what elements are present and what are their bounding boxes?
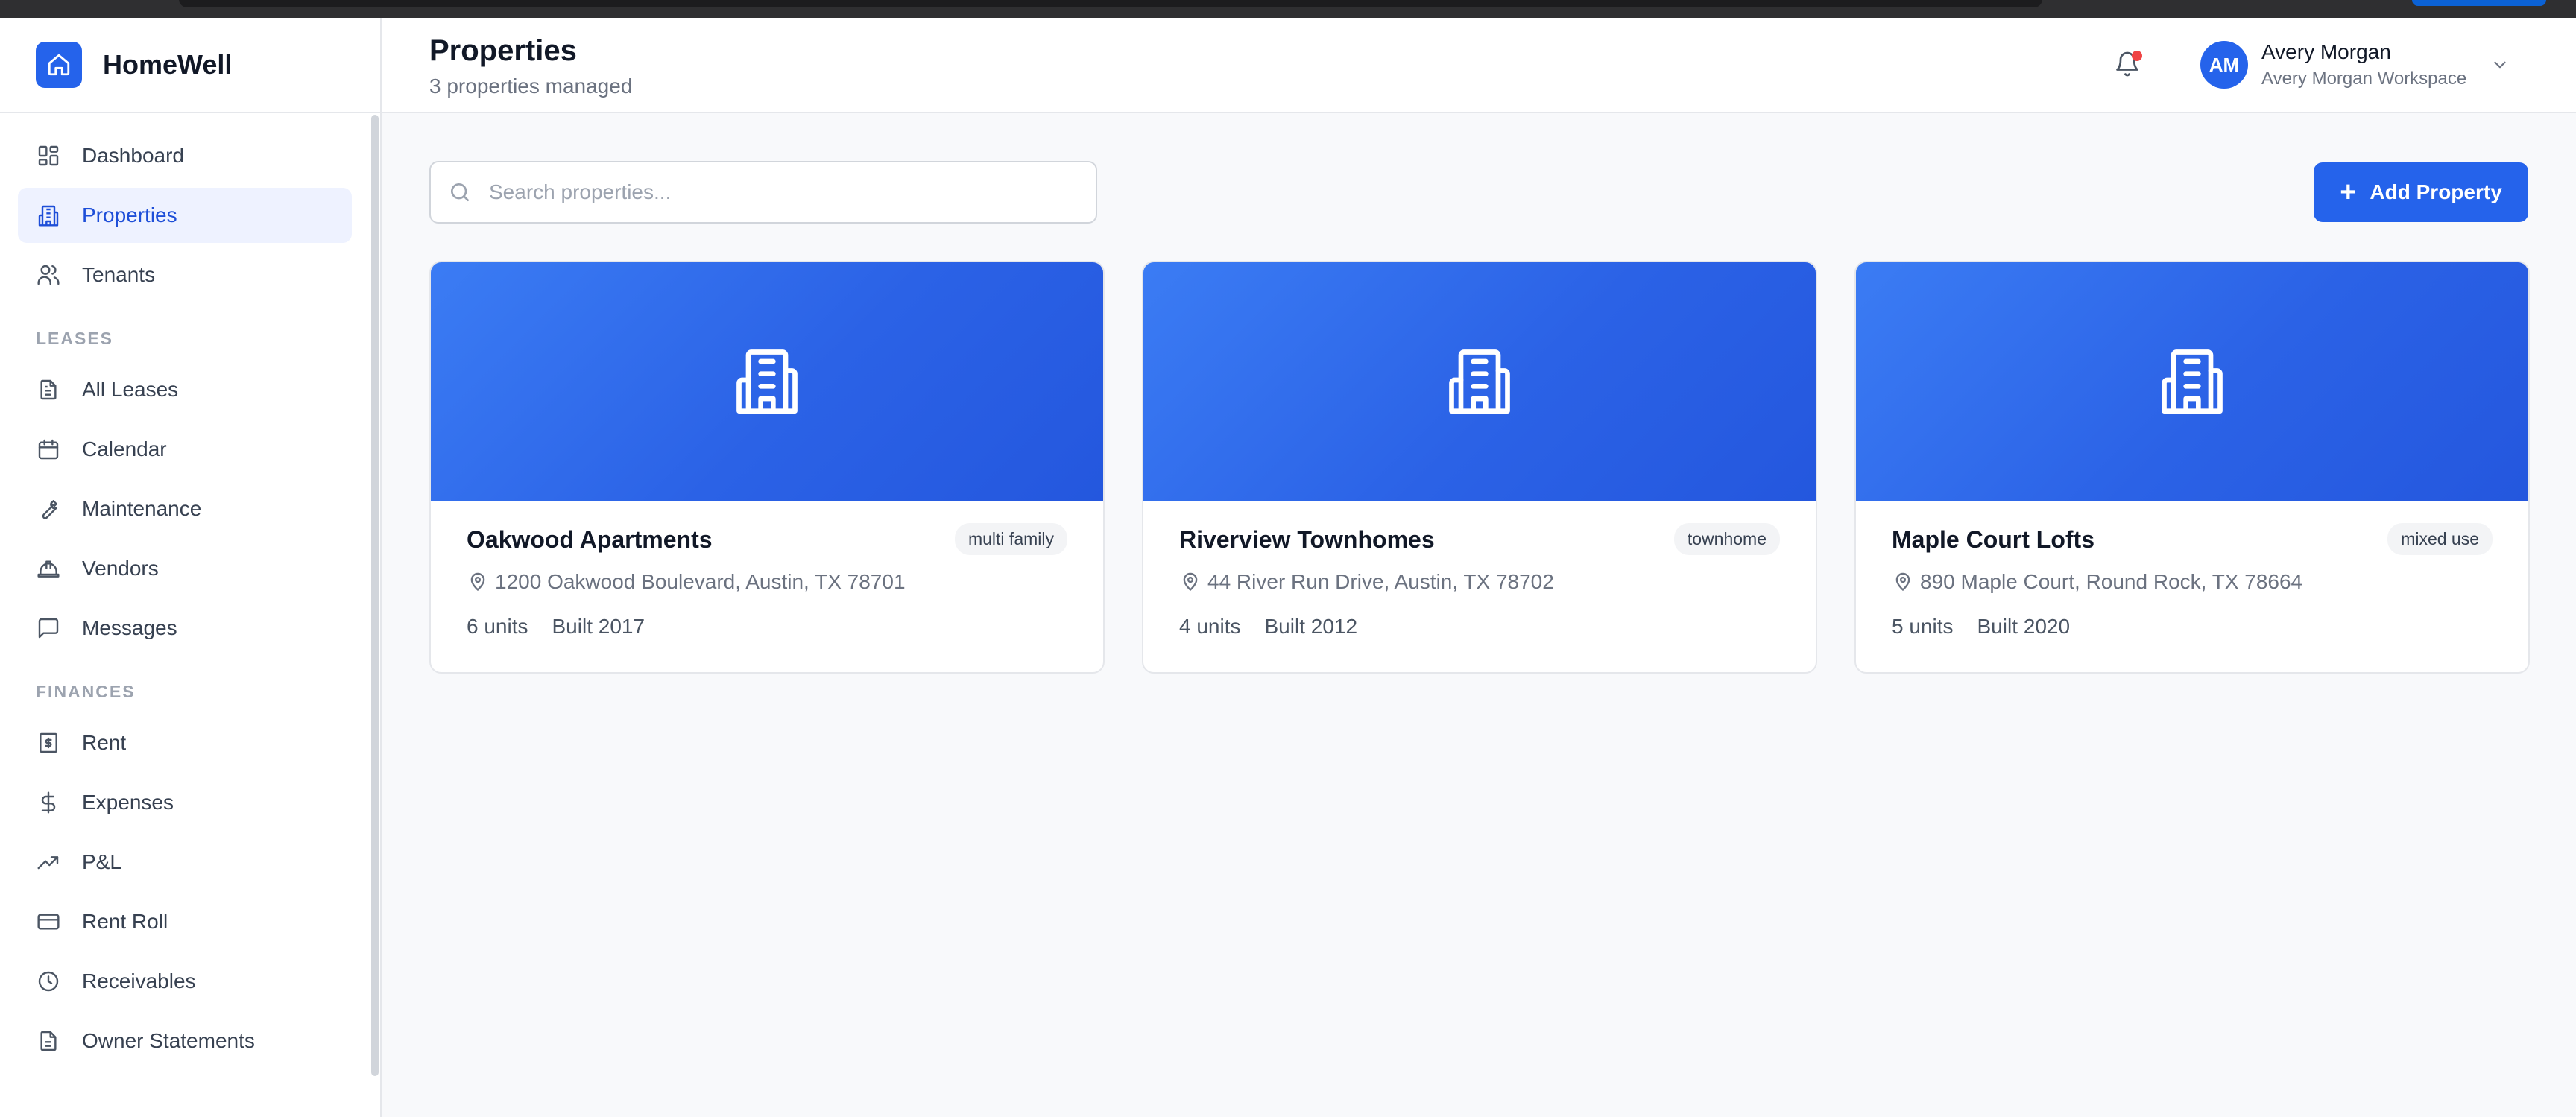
- sidebar-nav: Dashboard Properties Tenants LEASES All …: [0, 113, 370, 1069]
- sidebar-item-label: All Leases: [82, 378, 179, 401]
- map-pin-icon: [1179, 571, 1202, 593]
- add-property-button[interactable]: + Add Property: [2314, 162, 2528, 222]
- property-card[interactable]: Oakwood Apartments multi family 1200 Oak…: [429, 261, 1105, 674]
- sidebar-item-label: Rent: [82, 731, 127, 754]
- sidebar-item-rent[interactable]: Rent: [18, 715, 352, 770]
- user-menu[interactable]: AM Avery Morgan Avery Morgan Workspace: [2200, 40, 2511, 89]
- building-icon: [730, 343, 804, 421]
- sidebar-item-label: Expenses: [82, 791, 174, 814]
- property-address: 1200 Oakwood Boulevard, Austin, TX 78701: [495, 570, 906, 593]
- building-icon: [1442, 343, 1517, 421]
- property-built: Built 2017: [552, 615, 645, 638]
- wrench-icon: [36, 496, 61, 522]
- dollar-icon: [36, 790, 61, 815]
- property-card[interactable]: Maple Court Lofts mixed use 890 Maple Co…: [1854, 261, 2530, 674]
- sidebar-item-pl[interactable]: P&L: [18, 835, 352, 890]
- sidebar-item-rent-roll[interactable]: Rent Roll: [18, 894, 352, 949]
- sidebar-item-label: Properties: [82, 203, 177, 227]
- search-box[interactable]: [429, 161, 1097, 224]
- building-icon: [36, 203, 61, 228]
- trending-up-icon: [36, 849, 61, 875]
- credit-card-icon: [36, 909, 61, 934]
- property-built: Built 2012: [1264, 615, 1358, 638]
- property-built: Built 2020: [1977, 615, 2071, 638]
- sidebar-item-label: Tenants: [82, 263, 156, 286]
- user-workspace: Avery Morgan Workspace: [2261, 69, 2467, 89]
- file-text-icon: [36, 1028, 61, 1054]
- sidebar-item-label: Receivables: [82, 969, 196, 993]
- add-property-label: Add Property: [2370, 180, 2502, 203]
- clock-icon: [36, 969, 61, 994]
- section-title-leases: LEASES: [36, 329, 114, 348]
- top-header: Properties 3 properties managed AM Avery…: [382, 18, 2576, 113]
- property-address: 890 Maple Court, Round Rock, TX 78664: [1920, 570, 2303, 593]
- address-bar: [179, 0, 2042, 7]
- property-units: 5 units: [1892, 615, 1954, 638]
- property-card-hero: [1143, 262, 1816, 501]
- sidebar-item-label: P&L: [82, 850, 121, 873]
- chevron-down-icon: [2489, 54, 2511, 76]
- notification-dot: [2132, 51, 2142, 61]
- sidebar-item-label: Messages: [82, 616, 177, 639]
- document-icon: [36, 377, 61, 402]
- section-title-finances: FINANCES: [36, 682, 136, 701]
- sidebar-item-label: Owner Statements: [82, 1029, 255, 1052]
- sidebar-item-label: Vendors: [82, 557, 159, 580]
- property-units: 4 units: [1179, 615, 1241, 638]
- property-card[interactable]: Riverview Townhomes townhome 44 River Ru…: [1142, 261, 1817, 674]
- page-title: Properties: [429, 34, 577, 67]
- hard-hat-icon: [36, 556, 61, 581]
- receipt-dollar-icon: [36, 730, 61, 756]
- sidebar-item-receivables[interactable]: Receivables: [18, 954, 352, 1009]
- sidebar-item-expenses[interactable]: Expenses: [18, 775, 352, 830]
- sidebar-item-messages[interactable]: Messages: [18, 601, 352, 656]
- property-type-badge: multi family: [954, 523, 1067, 555]
- app-name: HomeWell: [103, 49, 233, 80]
- search-icon: [447, 180, 473, 205]
- map-pin-icon: [1892, 571, 1914, 593]
- user-name: Avery Morgan: [2261, 40, 2391, 63]
- sidebar-item-calendar[interactable]: Calendar: [18, 422, 352, 477]
- notifications-button[interactable]: [2109, 48, 2145, 83]
- avatar: AM: [2200, 41, 2248, 89]
- sidebar: HomeWell Dashboard Properties Tenants LE…: [0, 18, 382, 1117]
- property-address: 44 River Run Drive, Austin, TX 78702: [1208, 570, 1554, 593]
- property-cards: Oakwood Apartments multi family 1200 Oak…: [429, 261, 2530, 674]
- sidebar-item-properties[interactable]: Properties: [18, 188, 352, 243]
- sidebar-scrollbar[interactable]: [371, 115, 379, 1076]
- sidebar-item-label: Calendar: [82, 437, 167, 461]
- top-strip-button: [2412, 0, 2546, 6]
- sidebar-item-tenants[interactable]: Tenants: [18, 247, 352, 303]
- home-icon: [36, 42, 82, 88]
- sidebar-item-owner-statements[interactable]: Owner Statements: [18, 1013, 352, 1069]
- calendar-icon: [36, 437, 61, 462]
- property-type-badge: townhome: [1673, 523, 1780, 555]
- users-icon: [36, 262, 61, 288]
- sidebar-item-label: Maintenance: [82, 497, 202, 520]
- search-input[interactable]: [489, 180, 1070, 204]
- sidebar-item-vendors[interactable]: Vendors: [18, 541, 352, 596]
- sidebar-item-dashboard[interactable]: Dashboard: [18, 128, 352, 183]
- plus-icon: +: [2340, 177, 2357, 208]
- sidebar-item-label: Dashboard: [82, 144, 184, 167]
- property-card-hero: [431, 262, 1103, 501]
- dashboard-icon: [36, 143, 61, 168]
- sidebar-item-maintenance[interactable]: Maintenance: [18, 481, 352, 537]
- sidebar-item-label: Rent Roll: [82, 910, 168, 933]
- map-pin-icon: [467, 571, 489, 593]
- building-icon: [2155, 343, 2229, 421]
- property-type-badge: mixed use: [2387, 523, 2493, 555]
- browser-top-strip: [0, 0, 2576, 18]
- brand[interactable]: HomeWell: [0, 18, 380, 113]
- page-subtitle: 3 properties managed: [429, 75, 633, 98]
- property-card-hero: [1856, 262, 2528, 501]
- sidebar-item-all-leases[interactable]: All Leases: [18, 362, 352, 417]
- property-units: 6 units: [467, 615, 528, 638]
- message-icon: [36, 616, 61, 641]
